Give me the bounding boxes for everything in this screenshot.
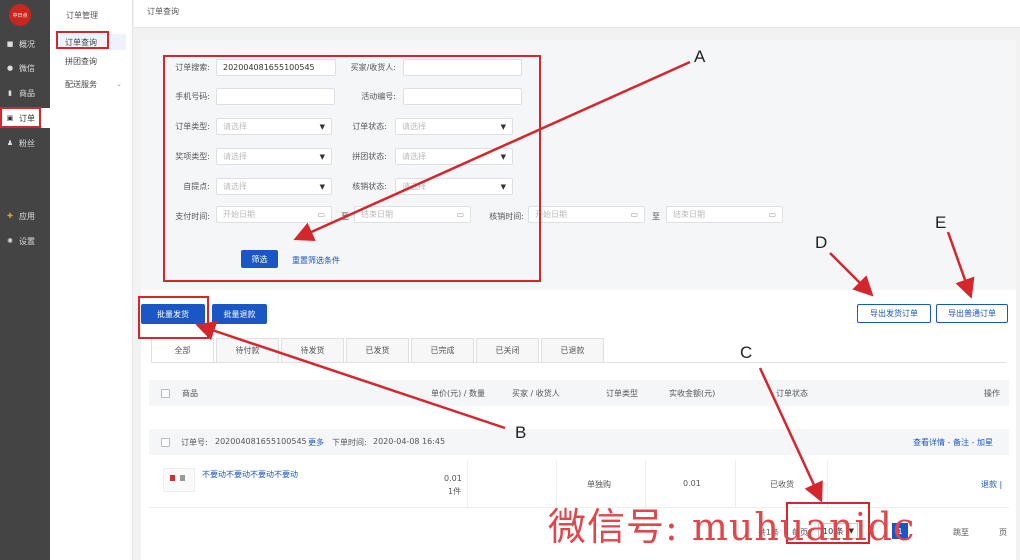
- annotation-arrows: [195, 60, 975, 503]
- arrow-c: [758, 367, 823, 503]
- arrow-a: [293, 60, 691, 241]
- annotation-b: B: [515, 423, 527, 442]
- arrow-e: [946, 231, 975, 299]
- watermark-text: 微信号: muhuanidc: [548, 505, 916, 549]
- annotation-d: D: [815, 233, 828, 252]
- arrow-b: [195, 321, 506, 430]
- annotation-a: A: [694, 47, 706, 66]
- arrow-d: [829, 252, 874, 297]
- annotation-c: C: [740, 343, 753, 362]
- annotation-e: E: [935, 213, 947, 232]
